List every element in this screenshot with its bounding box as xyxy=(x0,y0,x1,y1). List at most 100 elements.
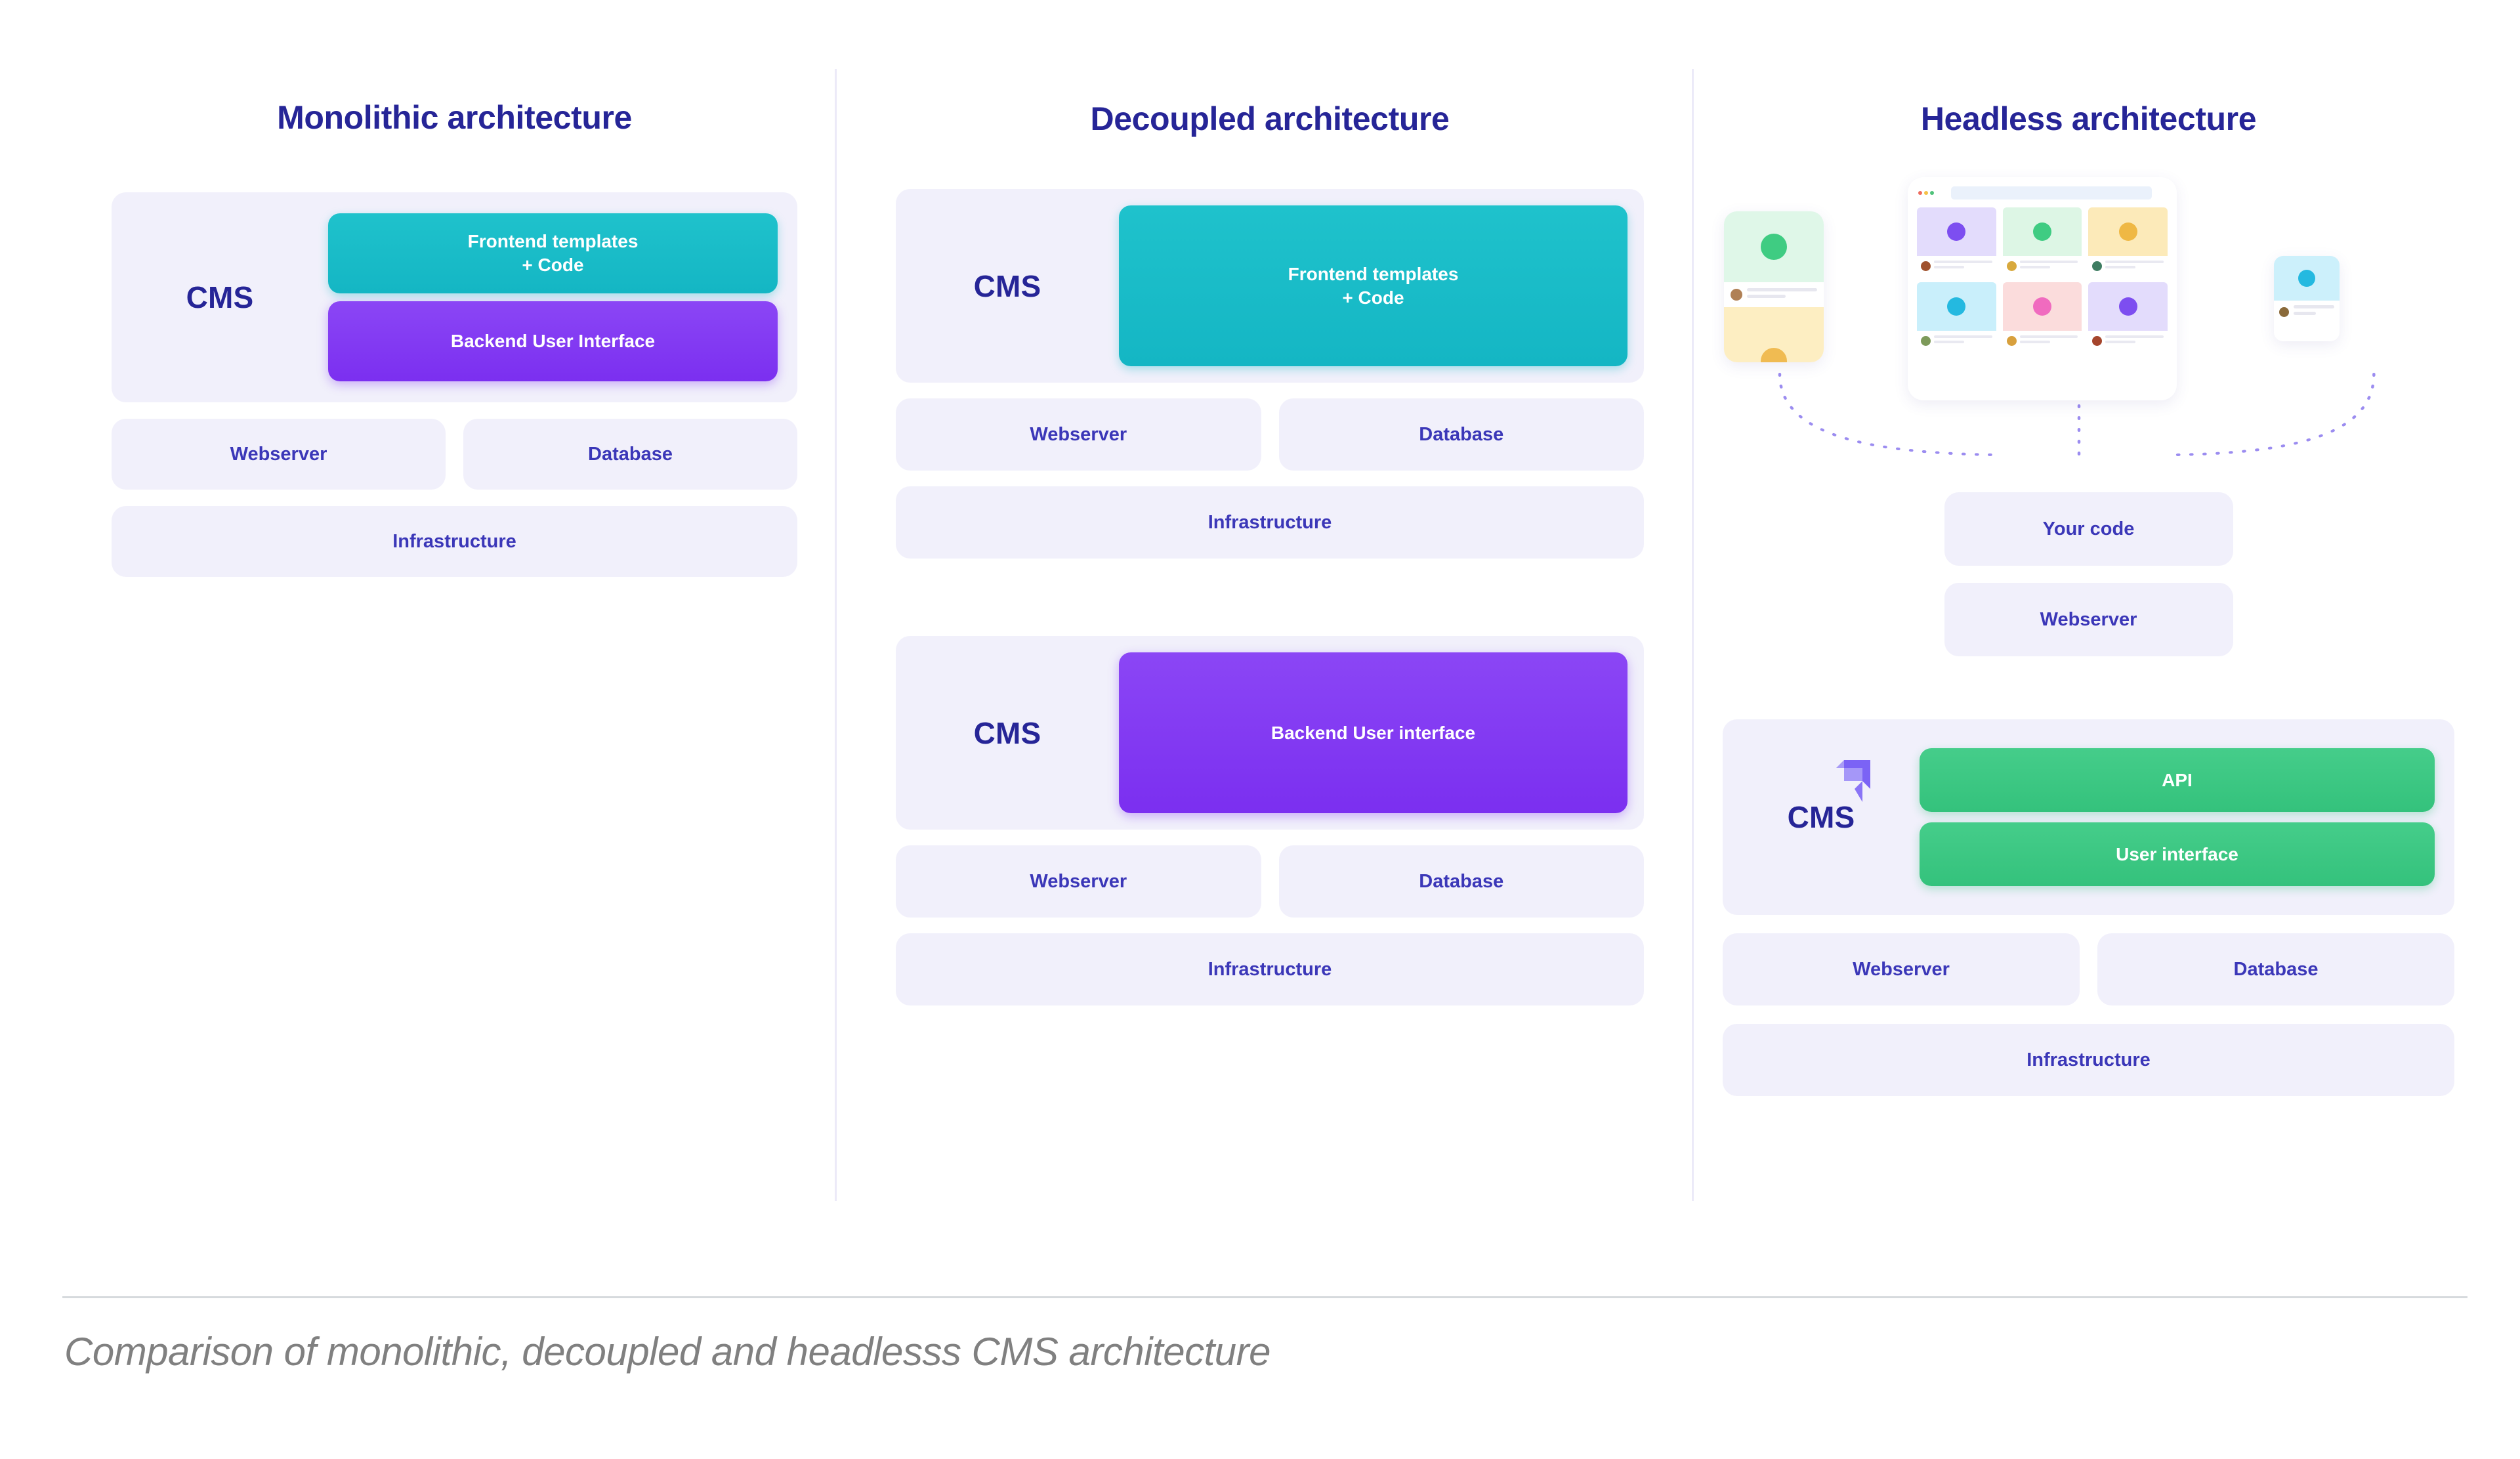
media-dot-blue xyxy=(1947,297,1966,316)
grid-card xyxy=(2002,282,2082,350)
device-tablet xyxy=(1908,177,2177,400)
cms-label: CMS xyxy=(973,715,1041,750)
media-dot-green xyxy=(2032,222,2051,241)
column-title-decoupled: Decoupled architecture xyxy=(1090,100,1450,137)
avatar xyxy=(2092,335,2103,346)
card-meta xyxy=(2003,256,2082,276)
card-meta xyxy=(2003,331,2082,350)
card-meta xyxy=(2088,331,2168,350)
tablet-toolbar xyxy=(1908,177,2177,206)
placeholder-line xyxy=(2294,312,2317,315)
media-dot-blue xyxy=(2298,270,2315,287)
card-meta xyxy=(2088,256,2168,276)
chip-line-1: Frontend templates xyxy=(1288,263,1459,284)
device-media-green xyxy=(1724,211,1824,282)
column-headless: Headless architecture Your code Webserve… xyxy=(1696,39,2481,1240)
device-phone-left xyxy=(1724,211,1824,362)
monolithic-server-row: Webserver Database xyxy=(112,419,797,490)
chip-frontend-templates: Frontend templates + Code xyxy=(328,213,778,293)
device-media-yellow xyxy=(1724,307,1824,362)
box-webserver: Webserver xyxy=(896,845,1261,918)
decoupled-cms-panel-frontend: CMS Frontend templates + Code xyxy=(896,189,1644,383)
column-title-monolithic: Monolithic architecture xyxy=(277,99,632,136)
box-webserver-top: Webserver xyxy=(1944,583,2233,656)
media-dot-pink xyxy=(2032,297,2051,316)
box-infrastructure: Infrastructure xyxy=(896,933,1644,1005)
avatar xyxy=(1921,335,1931,346)
cms-flag-logo-icon xyxy=(1836,760,1870,802)
placeholder-line xyxy=(1747,295,1786,298)
box-database: Database xyxy=(2097,933,2454,1005)
box-webserver: Webserver xyxy=(896,398,1261,471)
headless-core-stack: Your code Webserver xyxy=(1723,492,2454,656)
media-dot-green xyxy=(1761,234,1787,260)
grid-card xyxy=(1917,282,1996,350)
placeholder-line xyxy=(1747,288,1817,291)
monolithic-stack: CMS Frontend templates + Code Backend Us… xyxy=(112,192,797,577)
box-your-code: Your code xyxy=(1944,492,2233,566)
column-monolithic: Monolithic architecture CMS Frontend tem… xyxy=(39,39,837,1240)
columns-container: Monolithic architecture CMS Frontend tem… xyxy=(39,39,2481,1240)
grid-card xyxy=(2088,282,2168,350)
box-database: Database xyxy=(1278,398,1644,471)
card-meta xyxy=(1917,256,1996,276)
chip-api: API xyxy=(1920,748,2435,812)
decoupled-backend-stack: CMS Backend User interface Webserver Dat… xyxy=(896,636,1644,1005)
card-media xyxy=(1917,282,1996,331)
cms-label: CMS xyxy=(186,280,254,314)
grid-card xyxy=(2002,207,2082,276)
placeholder-line xyxy=(2294,305,2334,308)
architecture-comparison-diagram: Monolithic architecture CMS Frontend tem… xyxy=(0,0,2520,1286)
box-infrastructure: Infrastructure xyxy=(112,506,797,577)
box-webserver: Webserver xyxy=(112,419,446,490)
headless-device-illustration xyxy=(1723,177,2454,486)
decoupled-frontend-stack: CMS Frontend templates + Code Webserver … xyxy=(896,189,1644,559)
device-meta-row xyxy=(1724,282,1824,307)
media-dot-yellow xyxy=(2118,222,2137,241)
card-media xyxy=(2002,207,2082,256)
media-dot-purple xyxy=(1947,222,1966,241)
box-database: Database xyxy=(463,419,797,490)
device-meta-row xyxy=(2274,301,2340,323)
device-media-blue xyxy=(2274,256,2340,301)
grid-card xyxy=(2088,207,2168,276)
chip-backend-user-interface: Backend User interface xyxy=(1119,652,1628,813)
card-media xyxy=(2088,207,2168,256)
avatar xyxy=(2092,261,2103,271)
chip-line-2: + Code xyxy=(1342,287,1404,308)
box-webserver: Webserver xyxy=(1723,933,2080,1005)
card-media xyxy=(2088,282,2168,331)
headless-server-row: Webserver Database xyxy=(1723,933,2454,1005)
headless-chip-group: API User interface xyxy=(1920,748,2435,886)
cms-label: CMS xyxy=(973,268,1041,303)
chip-line-1: Frontend templates xyxy=(467,231,639,252)
tablet-card-grid xyxy=(1908,206,2177,360)
media-dot-yellow xyxy=(1761,348,1787,362)
grid-card xyxy=(1917,207,1996,276)
caption-divider xyxy=(62,1296,2468,1298)
cms-logo-group: CMS xyxy=(1723,760,1920,835)
decoupled-cms-panel-backend: CMS Backend User interface xyxy=(896,636,1644,830)
monolithic-chip-group: Frontend templates + Code Backend User I… xyxy=(328,213,778,381)
card-media xyxy=(1917,207,1996,256)
search-bar-placeholder xyxy=(1951,186,2152,200)
decoupled-server-row-backend: Webserver Database xyxy=(896,845,1644,918)
box-infrastructure: Infrastructure xyxy=(896,486,1644,559)
avatar xyxy=(1921,261,1931,271)
window-dots-icon xyxy=(1918,191,1934,195)
column-title-headless: Headless architecture xyxy=(1920,100,2257,137)
headless-cms-panel: CMS API User interface xyxy=(1723,719,2454,915)
placeholder-lines xyxy=(1747,288,1817,301)
box-infrastructure: Infrastructure xyxy=(1723,1024,2454,1096)
monolithic-cms-panel: CMS Frontend templates + Code Backend Us… xyxy=(112,192,797,402)
device-phone-right xyxy=(2274,256,2340,341)
figure-caption: Comparison of monolithic, decoupled and … xyxy=(64,1330,1271,1374)
chip-line-2: + Code xyxy=(522,255,584,275)
chip-user-interface: User interface xyxy=(1920,822,2435,886)
chip-frontend-templates: Frontend templates + Code xyxy=(1119,205,1628,366)
decoupled-server-row-frontend: Webserver Database xyxy=(896,398,1644,471)
avatar xyxy=(1731,289,1742,301)
avatar xyxy=(2006,261,2017,271)
box-database: Database xyxy=(1278,845,1644,918)
card-media xyxy=(2002,282,2082,331)
